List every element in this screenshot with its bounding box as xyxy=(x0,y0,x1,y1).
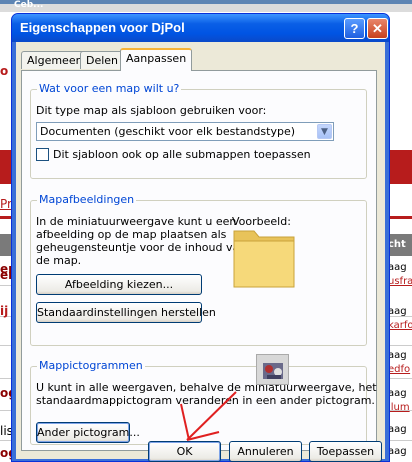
template-label: Dit type map als sjabloon gebruiken voor… xyxy=(36,104,267,117)
icons-description-line: U kunt in alle weergaven, behalve de min… xyxy=(36,381,377,394)
close-button[interactable]: ✕ xyxy=(367,18,388,39)
dialog-title-bar[interactable]: Eigenschappen voor DjPol ? ✕ xyxy=(12,14,389,42)
subfolders-checkbox[interactable] xyxy=(36,148,49,161)
subfolders-label[interactable]: Dit sjabloon ook op alle submappen toepa… xyxy=(53,148,311,161)
ok-button[interactable]: OK xyxy=(148,441,221,462)
folder-icon-preview xyxy=(256,354,289,385)
background-right-text: aag xyxy=(388,262,407,273)
apply-button[interactable]: Toepassen xyxy=(309,441,382,462)
properties-dialog: Eigenschappen voor DjPol ? ✕ Algemeen De… xyxy=(11,13,390,462)
folder-preview-icon xyxy=(233,230,295,288)
background-right-link[interactable]: edfo xyxy=(388,364,412,375)
background-top-text: Ceb... xyxy=(14,0,44,10)
group-folder-type-label: Wat voor een map wilt u? xyxy=(37,82,182,95)
background-right-text: aag xyxy=(388,424,407,435)
image-thumbnail-icon xyxy=(257,355,288,384)
icons-description-line: standaardmappictogram veranderen in een … xyxy=(36,394,375,407)
choose-image-button[interactable]: Afbeelding kiezen... xyxy=(36,274,202,295)
background-right-link[interactable]: usfra xyxy=(388,276,412,287)
background-right-text: aag xyxy=(388,446,407,457)
template-select[interactable]: Documenten (geschikt voor elk bestandsty… xyxy=(36,122,334,141)
dialog-title: Eigenschappen voor DjPol xyxy=(20,20,185,35)
background-right-link[interactable]: karfo xyxy=(388,320,412,331)
background-right-text: aag xyxy=(388,350,407,361)
tab-algemeen[interactable]: Algemeen xyxy=(21,51,89,69)
tab-panel-aanpassen: Wat voor een map wilt u? Dit type map al… xyxy=(21,70,377,451)
images-description-line: de map. xyxy=(36,254,82,267)
reset-defaults-button[interactable]: Standaardinstellingen herstellen xyxy=(36,302,216,323)
template-select-value: Documenten (geschikt voor elk bestandsty… xyxy=(40,125,296,138)
background-top-bar xyxy=(0,0,412,4)
tab-aanpassen[interactable]: Aanpassen xyxy=(120,48,193,71)
background-right-text: cht xyxy=(388,239,406,250)
group-folder-icons: Mappictogrammen U kunt in alle weergaven… xyxy=(30,359,377,445)
help-button[interactable]: ? xyxy=(344,18,365,39)
background-right-text: aag xyxy=(388,388,407,399)
group-folder-images: Mapafbeeldingen In de miniatuurweergave … xyxy=(30,193,367,346)
group-folder-icons-label: Mappictogrammen xyxy=(37,359,145,372)
images-description-line: afbeelding op de map plaatsen als xyxy=(36,228,227,241)
group-folder-type: Wat voor een map wilt u? Dit type map al… xyxy=(30,82,367,179)
change-icon-button[interactable]: Ander pictogram... xyxy=(36,422,140,443)
group-folder-images-label: Mapafbeeldingen xyxy=(37,193,137,206)
tab-delen[interactable]: Delen xyxy=(80,51,125,69)
background-left-text: o xyxy=(0,64,9,78)
background-right-text: aag xyxy=(388,306,407,317)
dialog-client-area: Algemeen Delen Aanpassen Wat voor een ma… xyxy=(16,42,385,459)
cancel-button[interactable]: Annuleren xyxy=(229,441,302,462)
chevron-down-icon[interactable]: ▼ xyxy=(317,124,332,139)
images-description-line: geheugensteuntje voor de inhoud van xyxy=(36,241,247,254)
images-description-line: In de miniatuurweergave kunt u een xyxy=(36,215,237,228)
background-right-link[interactable]: llum xyxy=(388,402,412,413)
